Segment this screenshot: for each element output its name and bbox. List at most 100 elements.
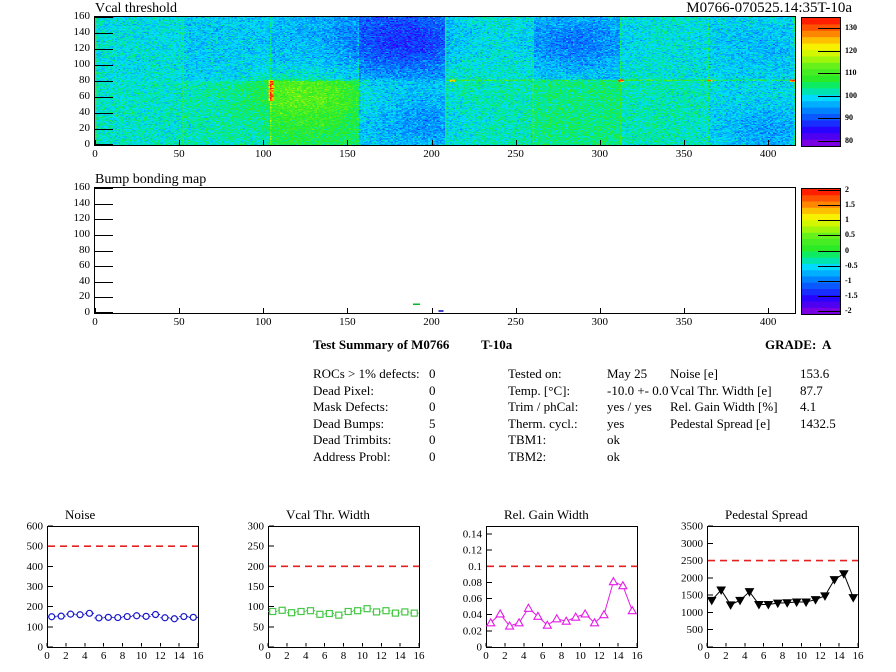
summary-label: TBM1:: [508, 432, 546, 447]
data-marker: [49, 614, 55, 620]
summary-label: Pedestal Spread [e]: [670, 416, 770, 431]
summary-value: yes / yes: [607, 399, 652, 414]
data-marker: [86, 610, 92, 616]
y-axis-label: 160: [62, 11, 90, 22]
y-tick-label: 3500: [681, 521, 704, 533]
x-axis-tick: [347, 140, 348, 145]
y-axis-label: 140: [62, 27, 90, 38]
x-axis-tick: [179, 308, 180, 313]
colorbar-label: 130: [845, 24, 857, 32]
data-marker: [553, 615, 561, 622]
data-marker: [270, 609, 276, 615]
x-tick-label: 4: [303, 650, 309, 662]
summary-value: 0: [429, 366, 436, 381]
y-axis-label: 20: [62, 123, 90, 134]
data-marker: [68, 611, 74, 617]
y-axis-tick: [95, 282, 113, 283]
colorbar-label: 0.5: [845, 231, 855, 239]
colorbar-tick: [818, 118, 840, 119]
data-marker: [543, 621, 551, 628]
data-marker: [143, 613, 149, 619]
summary-label: Therm. cycl.:: [508, 416, 578, 431]
y-axis-tick: [95, 33, 113, 34]
data-marker: [134, 613, 140, 619]
x-tick-label: 4: [521, 650, 527, 662]
plot-title: Rel. Gain Width: [504, 507, 589, 522]
y-axis-tick: [95, 65, 113, 66]
colorbar-label: -1: [845, 277, 852, 285]
y-tick-label: 300: [248, 521, 265, 533]
summary-value: 4.1: [800, 399, 816, 414]
x-axis-label: 400: [748, 317, 788, 328]
data-marker: [506, 622, 514, 629]
x-tick-label: 2: [723, 650, 729, 662]
data-marker: [581, 610, 589, 617]
summary-value: ok: [607, 432, 620, 447]
x-tick-label: 14: [613, 650, 625, 662]
x-tick-label: 16: [632, 650, 644, 662]
x-tick-label: 6: [761, 650, 767, 662]
x-tick-label: 6: [101, 650, 107, 662]
colorbar-tick: [818, 251, 840, 252]
x-axis-label: 250: [496, 317, 536, 328]
x-axis-label: 100: [243, 317, 283, 328]
summary-label: Vcal Thr. Width [e]: [670, 383, 772, 398]
colorbar-tick: [818, 205, 840, 206]
data-marker: [802, 599, 810, 606]
data-marker: [764, 601, 772, 608]
colorbar-tick: [818, 141, 840, 142]
data-marker: [755, 601, 763, 608]
data-marker: [115, 615, 121, 621]
x-axis-tick: [432, 140, 433, 145]
summary-value: yes: [607, 416, 624, 431]
y-tick-label: 50: [253, 621, 265, 633]
y-tick-label: 0.02: [463, 625, 482, 637]
data-marker: [708, 597, 716, 604]
x-tick-label: 8: [120, 650, 126, 662]
x-axis-label: 300: [580, 149, 620, 160]
colorbar-label: 1.5: [845, 201, 855, 209]
summary-label: Tested on:: [508, 366, 562, 381]
data-marker: [279, 607, 285, 613]
colorbar-label: -0.5: [845, 262, 858, 270]
y-tick-label: 150: [248, 581, 265, 593]
x-axis-label: 200: [412, 149, 452, 160]
y-axis-label: 80: [62, 75, 90, 86]
x-tick-label: 10: [357, 650, 369, 662]
y-tick-label: 600: [27, 521, 44, 533]
colorbar-tick: [818, 311, 840, 312]
y-tick-label: 250: [248, 541, 265, 553]
colorbar-tick: [818, 190, 840, 191]
y-axis-tick: [95, 144, 113, 145]
summary-label: TBM2:: [508, 449, 546, 464]
summary-value: ok: [607, 449, 620, 464]
x-axis-label: 0: [75, 149, 115, 160]
x-tick-label: 4: [742, 650, 748, 662]
y-tick-label: 2000: [681, 572, 704, 584]
plot-title: Vcal Thr. Width: [286, 507, 370, 522]
colorbar-label: 90: [845, 114, 853, 122]
module-test-report: Vcal threshold M0766-070525.14:35T-10a B…: [0, 0, 896, 672]
y-tick-label: 500: [687, 624, 704, 636]
data-marker: [190, 614, 196, 620]
data-marker: [355, 608, 361, 614]
data-marker: [298, 609, 304, 615]
y-axis-tick: [95, 113, 113, 114]
x-axis-tick: [95, 308, 96, 313]
x-tick-label: 14: [395, 650, 407, 662]
y-tick-label: 200: [27, 601, 44, 613]
y-tick-label: 0: [38, 642, 44, 654]
y-axis-label: 120: [62, 43, 90, 54]
x-axis-label: 50: [159, 149, 199, 160]
data-marker: [96, 615, 102, 621]
summary-value: 87.7: [800, 383, 823, 398]
x-axis-tick: [516, 308, 517, 313]
summary-label: Noise [e]: [670, 366, 718, 381]
y-axis-tick: [95, 204, 113, 205]
summary-label: Dead Pixel:: [313, 383, 374, 398]
x-tick-label: 16: [853, 650, 865, 662]
y-axis-tick: [95, 81, 113, 82]
x-tick-label: 6: [322, 650, 328, 662]
y-axis-tick: [95, 49, 113, 50]
y-axis-label: 100: [62, 59, 90, 70]
